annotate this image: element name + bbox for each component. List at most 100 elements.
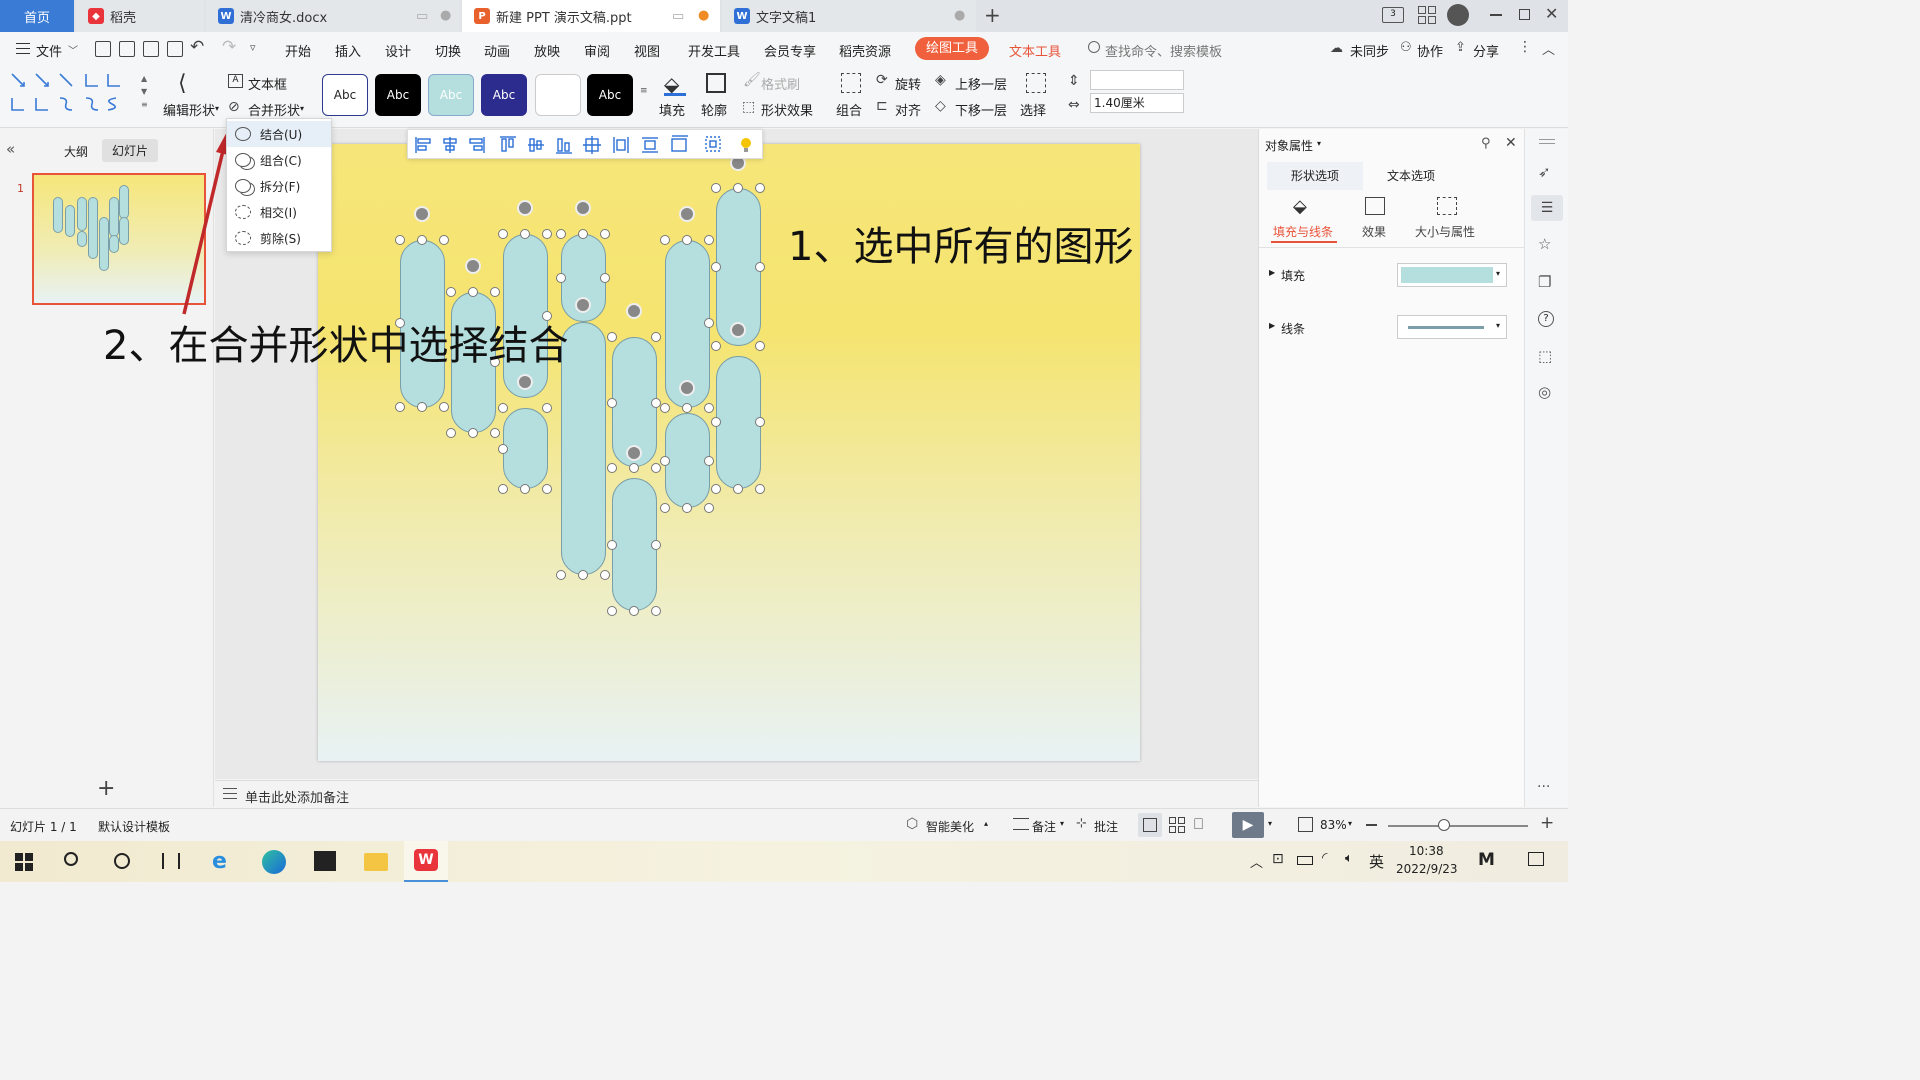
resize-handle[interactable] bbox=[417, 402, 427, 412]
close-panel-icon[interactable]: ✕ bbox=[1505, 135, 1517, 151]
outline-button[interactable]: 轮廓 bbox=[701, 100, 727, 119]
resize-handle[interactable] bbox=[446, 428, 456, 438]
merge-intersect-item[interactable]: 相交(I) bbox=[227, 199, 331, 225]
bring-forward-icon[interactable]: ◈ bbox=[935, 72, 946, 88]
style-swatch-white[interactable]: Abc bbox=[322, 74, 368, 116]
resize-handle[interactable] bbox=[607, 463, 617, 473]
properties-icon[interactable]: ☰ bbox=[1531, 195, 1563, 221]
tab-doc-wenzi[interactable]: W 文字文稿1 ● bbox=[722, 0, 976, 32]
star-icon[interactable]: ☆ bbox=[1538, 235, 1551, 253]
menu-file[interactable]: 文件 bbox=[36, 41, 62, 60]
resize-handle[interactable] bbox=[704, 235, 714, 245]
menu-design[interactable]: 设计 bbox=[385, 41, 411, 60]
zoom-slider[interactable] bbox=[1388, 819, 1528, 831]
size-properties-icon[interactable] bbox=[1437, 197, 1457, 215]
more-horizontal-icon[interactable]: ··· bbox=[1537, 779, 1550, 795]
clock-date[interactable]: 2022/9/23 bbox=[1396, 862, 1458, 876]
rotate-handle-icon[interactable] bbox=[679, 380, 695, 396]
vertical-scrollbar[interactable] bbox=[1246, 129, 1254, 779]
redo-icon[interactable]: ↷ bbox=[222, 37, 236, 57]
tab-text-options[interactable]: 文本选项 bbox=[1363, 162, 1459, 190]
close-window-icon[interactable]: ✕ bbox=[1545, 4, 1558, 23]
menu-text-tools[interactable]: 文本工具 bbox=[1009, 41, 1061, 60]
resize-handle[interactable] bbox=[395, 235, 405, 245]
battery-icon[interactable] bbox=[1297, 856, 1313, 865]
beautify-icon[interactable]: ⬡ bbox=[906, 816, 918, 832]
resize-handle[interactable] bbox=[711, 262, 721, 272]
layers-icon[interactable]: ❐ bbox=[1538, 273, 1551, 291]
resize-handle[interactable] bbox=[755, 262, 765, 272]
more-vertical-icon[interactable]: ⋮ bbox=[1518, 39, 1532, 55]
merge-shapes-button[interactable]: 合并形状 bbox=[248, 100, 300, 119]
group-icon[interactable] bbox=[841, 73, 861, 93]
cloud-sync-icon[interactable]: ☁ bbox=[1330, 41, 1343, 56]
resize-handle[interactable] bbox=[490, 287, 500, 297]
menu-draw-tools[interactable]: 绘图工具 bbox=[915, 37, 989, 60]
notes-toggle-button[interactable]: 备注 bbox=[1032, 818, 1056, 835]
app-m-icon[interactable]: M bbox=[1478, 850, 1495, 870]
align-button[interactable]: 对齐 bbox=[895, 100, 921, 119]
format-painter-icon[interactable]: 🖌 bbox=[743, 72, 761, 88]
align-icon[interactable]: ⊏ bbox=[876, 98, 888, 114]
send-backward-button[interactable]: 下移一层 bbox=[955, 100, 1007, 119]
resize-handle[interactable] bbox=[629, 606, 639, 616]
menu-developer[interactable]: 开发工具 bbox=[688, 41, 740, 60]
location-icon[interactable]: ◎ bbox=[1538, 383, 1551, 401]
rotate-handle-icon[interactable] bbox=[575, 200, 591, 216]
gallery-scroll-icon[interactable]: ▲ ▼ ≡ bbox=[141, 72, 148, 111]
line-section-label[interactable]: 线条 bbox=[1281, 320, 1305, 337]
slides-tab[interactable]: 幻灯片 bbox=[102, 139, 159, 162]
merge-shapes-icon[interactable]: ⊘ bbox=[228, 99, 240, 115]
wps-taskbar-icon[interactable]: W bbox=[404, 841, 448, 882]
width-input[interactable]: 1.40厘米 bbox=[1090, 93, 1184, 113]
rotate-handle-icon[interactable] bbox=[626, 445, 642, 461]
resize-handle[interactable] bbox=[711, 484, 721, 494]
rotate-handle-icon[interactable] bbox=[517, 374, 533, 390]
rotate-button[interactable]: 旋转 bbox=[895, 74, 921, 93]
panel-handle-icon[interactable] bbox=[1539, 139, 1555, 144]
resize-handle[interactable] bbox=[607, 606, 617, 616]
menu-insert[interactable]: 插入 bbox=[335, 41, 361, 60]
zoom-out-icon[interactable] bbox=[1366, 824, 1377, 826]
store-icon[interactable] bbox=[314, 851, 336, 871]
style-swatch-teal[interactable]: Abc bbox=[428, 74, 474, 116]
export-pdf-icon[interactable] bbox=[119, 41, 135, 57]
tab-home[interactable]: 首页 bbox=[0, 0, 74, 32]
resize-handle[interactable] bbox=[542, 484, 552, 494]
resize-handle[interactable] bbox=[446, 287, 456, 297]
resize-handle[interactable] bbox=[660, 503, 670, 513]
panel-title[interactable]: 对象属性 bbox=[1265, 137, 1313, 154]
wifi-icon[interactable]: ◜ bbox=[1322, 850, 1327, 866]
resize-handle[interactable] bbox=[704, 318, 714, 328]
share-icon[interactable]: ⇪ bbox=[1455, 40, 1466, 55]
menu-docer-resources[interactable]: 稻壳资源 bbox=[839, 41, 891, 60]
resize-handle[interactable] bbox=[651, 332, 661, 342]
resize-handle[interactable] bbox=[704, 456, 714, 466]
shape-effects-icon[interactable]: ⬚ bbox=[742, 99, 755, 115]
resize-handle[interactable] bbox=[520, 229, 530, 239]
line-style-dropdown[interactable]: ▾ bbox=[1397, 315, 1507, 339]
resize-handle[interactable] bbox=[682, 235, 692, 245]
resize-handle[interactable] bbox=[704, 503, 714, 513]
resize-handle[interactable] bbox=[600, 229, 610, 239]
style-swatch-black-2[interactable]: Abc bbox=[587, 74, 633, 116]
height-input[interactable] bbox=[1090, 70, 1184, 90]
resize-handle[interactable] bbox=[498, 229, 508, 239]
resize-handle[interactable] bbox=[498, 444, 508, 454]
resize-handle[interactable] bbox=[660, 403, 670, 413]
search-icon[interactable] bbox=[1088, 41, 1100, 53]
rotate-handle-icon[interactable] bbox=[626, 303, 642, 319]
notes-bar[interactable]: 单击此处添加备注 bbox=[215, 780, 1258, 807]
resize-handle[interactable] bbox=[711, 341, 721, 351]
menu-animation[interactable]: 动画 bbox=[484, 41, 510, 60]
rotate-icon[interactable]: ⟳ bbox=[876, 72, 888, 88]
tab-close-icon[interactable]: ● bbox=[954, 8, 965, 23]
collapse-pane-icon[interactable]: « bbox=[6, 140, 15, 158]
expand-triangle-icon[interactable]: ▶ bbox=[1269, 268, 1275, 277]
sub-size[interactable]: 大小与属性 bbox=[1415, 223, 1475, 240]
notes-toggle-icon[interactable] bbox=[1013, 818, 1029, 830]
edge-browser-icon[interactable] bbox=[262, 850, 286, 874]
effects-icon[interactable] bbox=[1365, 197, 1385, 215]
tab-shape-options[interactable]: 形状选项 bbox=[1267, 162, 1363, 190]
resize-handle[interactable] bbox=[682, 503, 692, 513]
